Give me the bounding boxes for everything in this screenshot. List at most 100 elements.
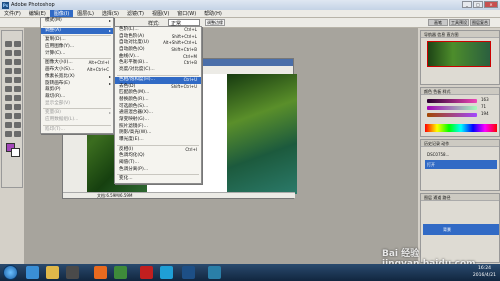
adjust-menu-item-22[interactable]: 色调分离(P)... bbox=[115, 167, 201, 174]
tool-icon[interactable] bbox=[14, 95, 21, 101]
image-menu-item-9[interactable]: 画布大小(S)... Alt+Ctrl+C bbox=[41, 67, 113, 74]
adjust-menu-item-6[interactable]: 亮度/对比度(C)... bbox=[115, 67, 201, 74]
menu-item-7[interactable]: 窗口(W) bbox=[173, 10, 200, 17]
start-button[interactable] bbox=[3, 265, 18, 280]
image-menu-item-5[interactable]: 应用图像(Y)... bbox=[41, 44, 113, 51]
layer-background[interactable]: 背景 bbox=[423, 224, 499, 235]
menu-item-8[interactable]: 帮助(H) bbox=[200, 10, 226, 17]
adjust-menu-item-17[interactable]: 曝光度(E)... bbox=[115, 137, 201, 144]
tool-icon[interactable] bbox=[5, 122, 12, 128]
blue-slider[interactable] bbox=[427, 113, 477, 117]
red-value[interactable]: 163 bbox=[481, 97, 489, 102]
panel-tab-0[interactable]: 画笔 bbox=[428, 19, 448, 26]
qq-icon[interactable] bbox=[160, 266, 173, 279]
adjust-menu-item-10[interactable]: 匹配颜色(M)... bbox=[115, 90, 201, 97]
tool-icon[interactable] bbox=[5, 41, 12, 47]
tool-icon[interactable] bbox=[5, 113, 12, 119]
green-slider[interactable] bbox=[427, 106, 477, 110]
tool-icon[interactable] bbox=[14, 59, 21, 65]
image-menu-item-16: 变量(B) ▸ bbox=[45, 110, 111, 116]
firefox-icon[interactable] bbox=[94, 266, 107, 279]
color-ramp[interactable] bbox=[425, 124, 497, 132]
history-item-snapshot[interactable]: DSC0758... bbox=[425, 150, 497, 159]
image-menu-item-13[interactable]: 裁切(R)... bbox=[41, 94, 113, 101]
maximize-icon[interactable]: □ bbox=[473, 1, 483, 8]
image-menu-item-12[interactable]: 裁剪(P) bbox=[41, 87, 113, 94]
menu-item-1[interactable]: 编辑(E) bbox=[25, 10, 50, 17]
photoshop-taskbar-icon[interactable] bbox=[182, 266, 195, 279]
layers-tabs[interactable]: 图层 通道 路径 bbox=[421, 194, 499, 201]
chevron-right-icon: ▸ bbox=[108, 27, 111, 33]
tool-icon[interactable] bbox=[5, 86, 12, 92]
menu-item-6[interactable]: 视图(V) bbox=[148, 10, 173, 17]
adjust-menu-item-3[interactable]: 自动颜色(O) Shift+Ctrl+B bbox=[115, 47, 201, 54]
panel-tab-2[interactable]: 图层复合 bbox=[470, 19, 490, 26]
feather-icon[interactable] bbox=[208, 266, 221, 279]
navigator-panel: 导航器 信息 直方图 bbox=[420, 30, 500, 85]
adjust-menu-item-24[interactable]: 变化... bbox=[115, 176, 201, 183]
tool-icon[interactable] bbox=[5, 50, 12, 56]
image-menu-item-14: 显示全部(V) bbox=[45, 100, 71, 106]
clock[interactable]: 16:24 2016/4/21 bbox=[473, 265, 496, 279]
image-menu-item-17: 应用数据组(L)... bbox=[45, 116, 79, 122]
menu-item-4[interactable]: 选择(S) bbox=[98, 10, 123, 17]
window-title: Adobe Photoshop bbox=[11, 2, 55, 8]
tool-icon[interactable] bbox=[5, 59, 12, 65]
menu-item-5[interactable]: 滤镜(T) bbox=[123, 10, 148, 17]
navigator-tabs[interactable]: 导航器 信息 直方图 bbox=[421, 31, 499, 38]
style-select[interactable]: 正常 bbox=[168, 19, 200, 27]
minimize-icon[interactable]: _ bbox=[462, 1, 472, 8]
tool-icon[interactable] bbox=[5, 77, 12, 83]
tool-icon[interactable] bbox=[5, 95, 12, 101]
red-slider[interactable] bbox=[427, 99, 477, 103]
background-color-swatch[interactable] bbox=[11, 148, 20, 157]
blue-value[interactable]: 194 bbox=[481, 111, 489, 116]
tool-icon[interactable] bbox=[14, 113, 21, 119]
adjust-menu-item-11[interactable]: 替换颜色(R)... bbox=[115, 97, 201, 104]
tool-icon[interactable] bbox=[5, 104, 12, 110]
color-panel: 颜色 色板 样式 163 71 194 bbox=[420, 87, 500, 137]
adjust-menu-item-8[interactable]: 色相/饱和度(H)... Ctrl+U bbox=[115, 76, 201, 84]
tool-icon[interactable] bbox=[14, 104, 21, 110]
image-menu-item-2[interactable]: 调整(A) ▸ bbox=[41, 27, 113, 35]
close-icon[interactable]: ✕ bbox=[484, 1, 498, 8]
adjustments-submenu: 色阶(L)... Ctrl+L 自动色阶(A) Shift+Ctrl+L 自动对比度(U… bbox=[114, 26, 202, 185]
color-tabs[interactable]: 颜色 色板 样式 bbox=[421, 88, 499, 95]
tool-icon[interactable] bbox=[14, 41, 21, 47]
clock-time: 16:24 bbox=[477, 266, 491, 271]
menu-separator bbox=[117, 144, 199, 146]
app-icon[interactable] bbox=[114, 266, 127, 279]
menu-separator bbox=[43, 124, 111, 126]
history-item-open[interactable]: 打开 bbox=[425, 160, 497, 169]
adjust-menu-item-14[interactable]: 渐变映射(G)... bbox=[115, 117, 201, 124]
tool-icon[interactable] bbox=[5, 131, 12, 137]
adjust-menu-item-0[interactable]: 色阶(L)... Ctrl+L bbox=[115, 27, 201, 34]
menu-item-3[interactable]: 图层(L) bbox=[73, 10, 98, 17]
image-menu-item-6[interactable]: 计算(C)... bbox=[41, 51, 113, 58]
adjust-menu-item-16[interactable]: 阴影/高光(W)... bbox=[115, 130, 201, 137]
chevron-right-icon: ▸ bbox=[108, 80, 111, 86]
adjust-menu-item-13[interactable]: 通道混合器(X)... bbox=[115, 110, 201, 117]
adjust-menu-item-21[interactable]: 阈值(T)... bbox=[115, 160, 201, 167]
folder-icon[interactable] bbox=[46, 266, 59, 279]
menu-item-2[interactable]: 图像(I) bbox=[49, 10, 74, 17]
tool-icon[interactable] bbox=[14, 50, 21, 56]
tool-icon[interactable] bbox=[14, 77, 21, 83]
history-tabs[interactable]: 历史记录 动作 bbox=[421, 140, 499, 147]
refine-edge-button[interactable]: 调整边缘 bbox=[205, 19, 225, 26]
navigator-thumbnail[interactable] bbox=[427, 41, 491, 67]
green-value[interactable]: 71 bbox=[481, 104, 486, 109]
document-status: 文档:6.59M/6.59M bbox=[63, 192, 295, 198]
image-menu-item-0[interactable]: 模式(M) ▸ bbox=[41, 18, 113, 25]
ie-icon[interactable] bbox=[26, 266, 39, 279]
tool-icon[interactable] bbox=[14, 86, 21, 92]
panel-tab-1[interactable]: 工具预设 bbox=[449, 19, 469, 26]
image-menu-item-10[interactable]: 像素长宽比(X) ▸ bbox=[41, 74, 113, 81]
recorder-icon[interactable] bbox=[140, 266, 153, 279]
media-icon[interactable] bbox=[66, 266, 79, 279]
tool-icon[interactable] bbox=[5, 68, 12, 74]
tool-icon[interactable] bbox=[14, 131, 21, 137]
tool-icon[interactable] bbox=[14, 122, 21, 128]
menu-item-0[interactable]: 文件(F) bbox=[0, 10, 25, 17]
tool-icon[interactable] bbox=[14, 68, 21, 74]
